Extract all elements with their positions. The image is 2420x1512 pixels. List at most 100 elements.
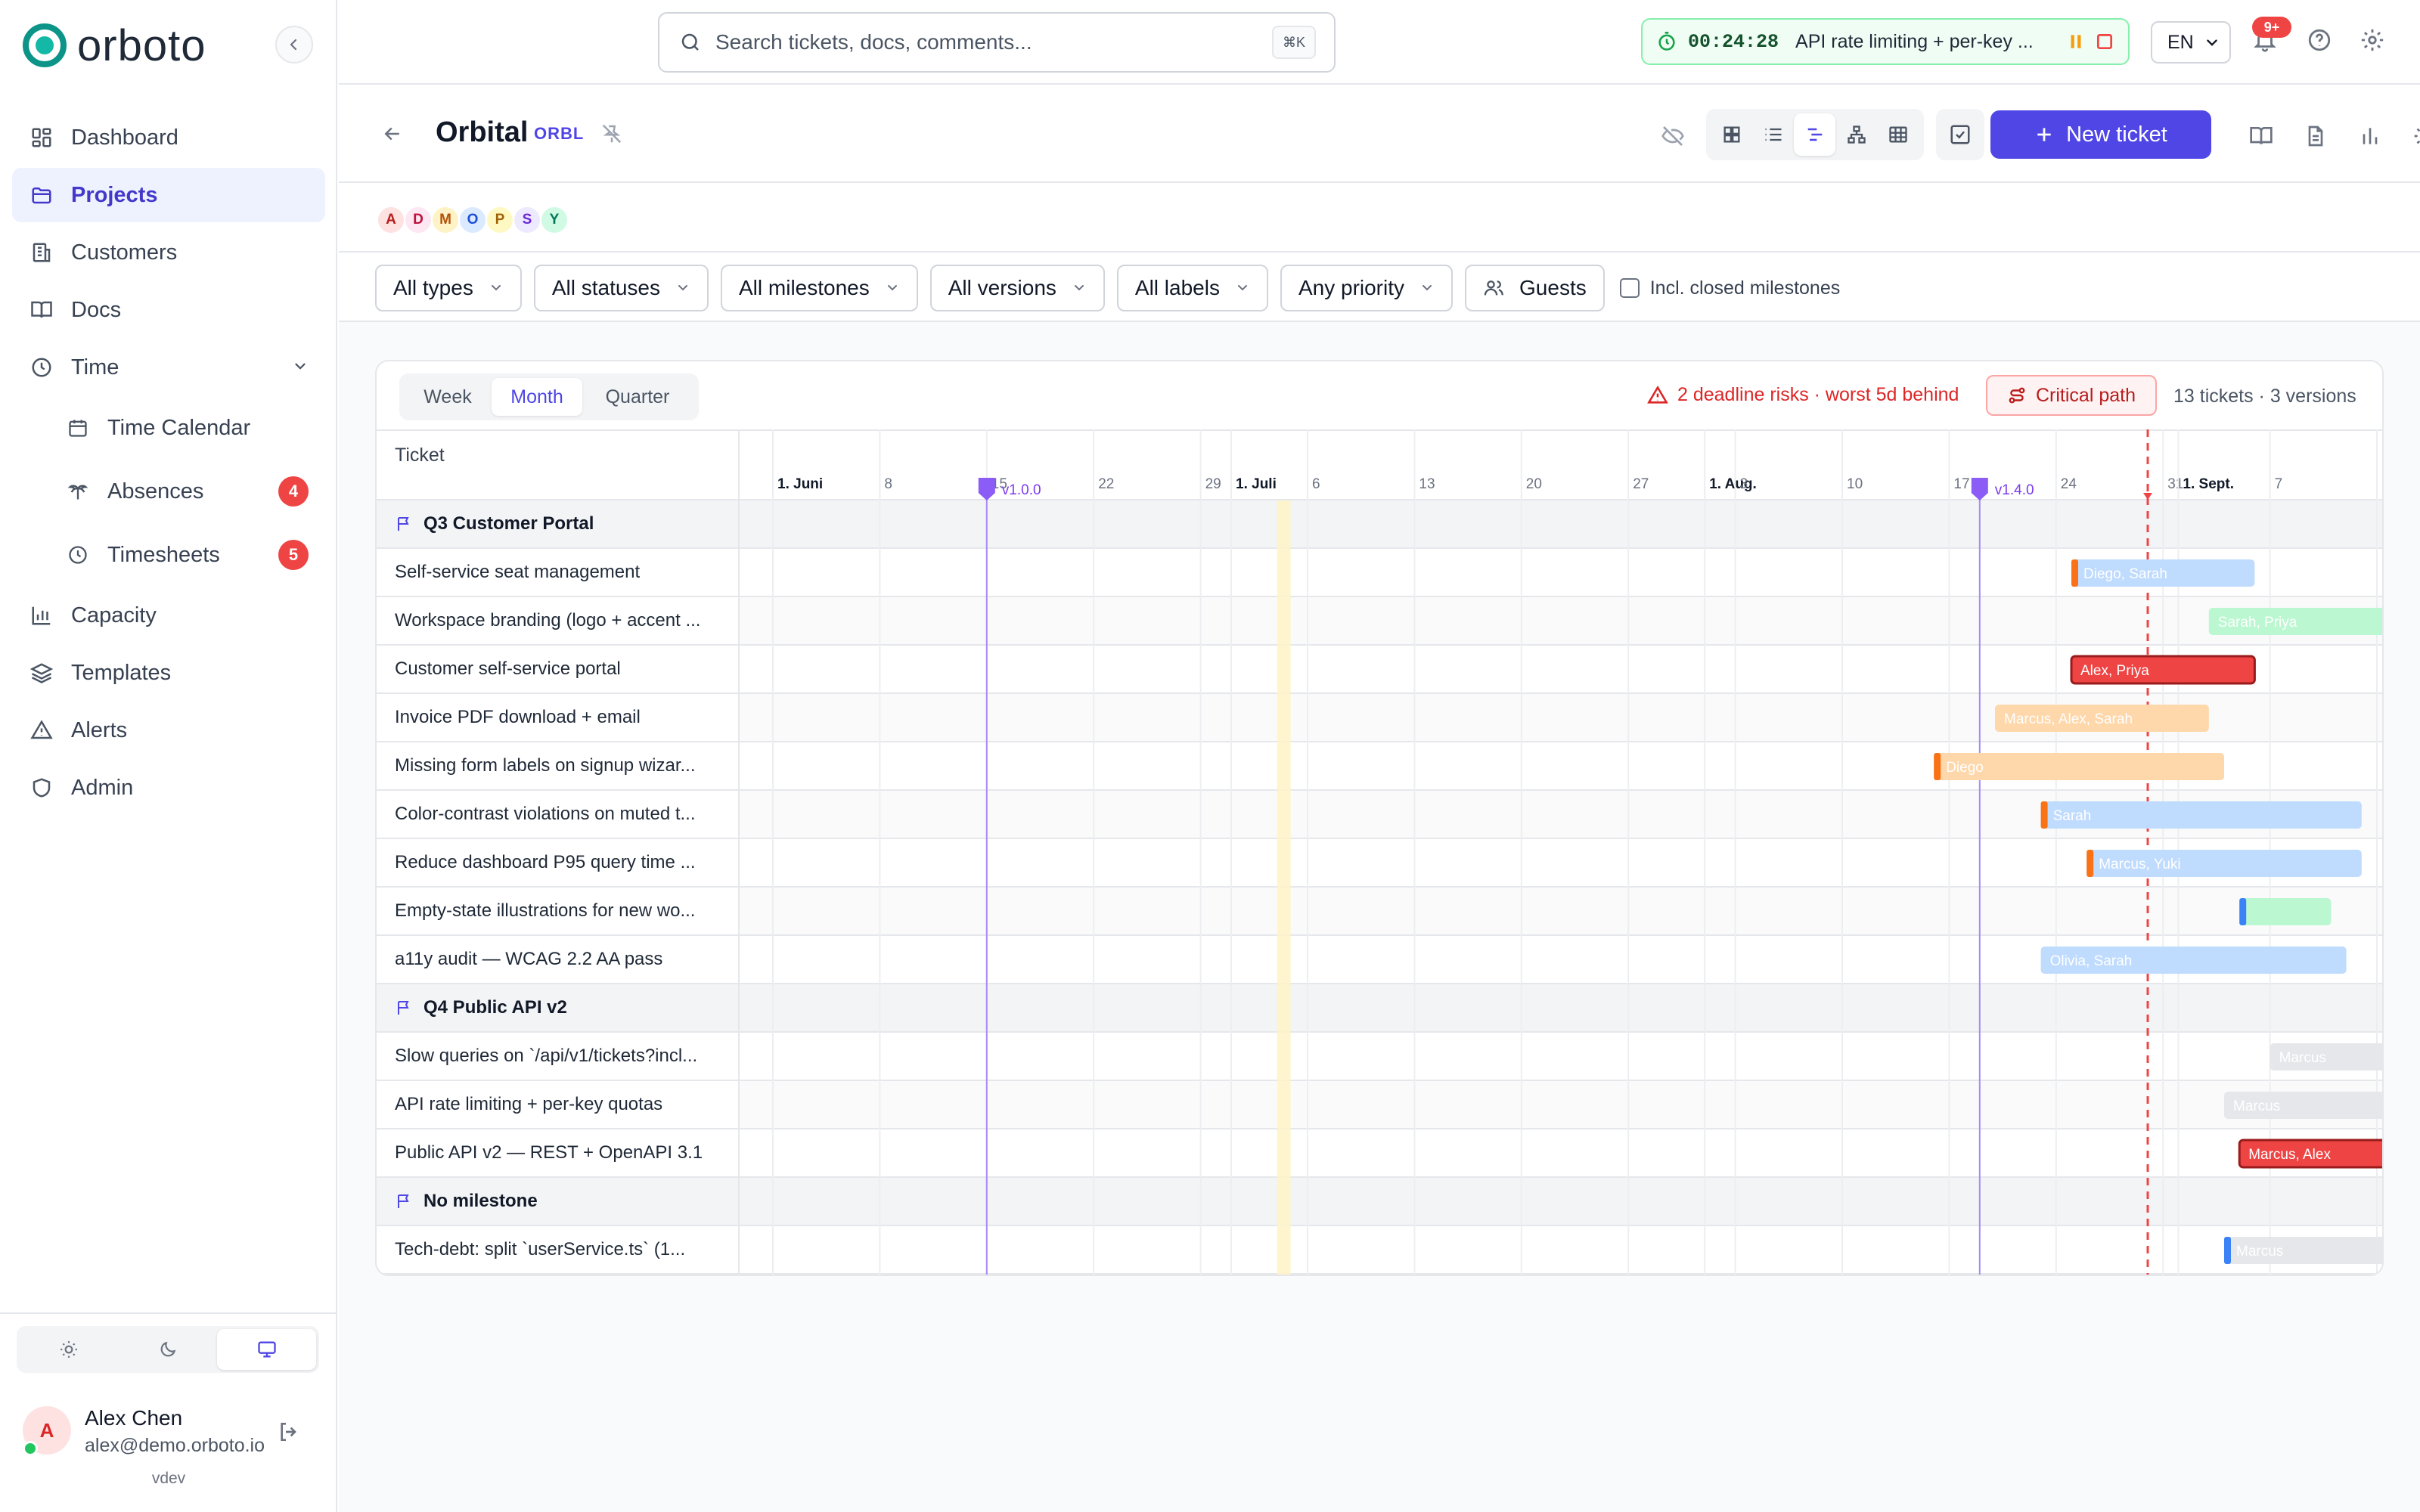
help-button[interactable]: [2307, 27, 2332, 53]
member-avatar[interactable]: D: [404, 206, 433, 234]
settings-button[interactable]: [2360, 27, 2385, 53]
ticket-row[interactable]: Missing form labels on signup wizar...: [377, 742, 2382, 791]
ticket-label[interactable]: Tech-debt: split `userService.ts` (1...: [377, 1226, 740, 1273]
view-tree-button[interactable]: [1835, 113, 1877, 156]
type-filter[interactable]: All types: [375, 265, 522, 311]
ticket-label[interactable]: Self-service seat management: [377, 549, 740, 596]
member-avatar[interactable]: P: [486, 206, 514, 234]
new-ticket-button[interactable]: New ticket: [1990, 110, 2211, 159]
sidebar-item-capacity[interactable]: Capacity: [12, 588, 325, 643]
member-avatar[interactable]: O: [458, 206, 487, 234]
member-avatar[interactable]: S: [513, 206, 541, 234]
sidebar-item-time-calendar[interactable]: Time Calendar: [12, 398, 325, 458]
pause-timer-button[interactable]: [2066, 32, 2086, 51]
theme-system-button[interactable]: [217, 1329, 317, 1370]
sidebar-item-dashboard[interactable]: Dashboard: [12, 110, 325, 165]
chevron-left-icon: [290, 39, 297, 51]
row-label-text: Reduce dashboard P95 query time ...: [395, 852, 696, 872]
ticket-label[interactable]: Workspace branding (logo + accent ...: [377, 597, 740, 644]
user-profile[interactable]: A Alex Chen alex@demo.orboto.io: [23, 1405, 325, 1465]
ticket-row[interactable]: Slow queries on `/api/v1/tickets?incl...: [377, 1033, 2382, 1081]
critical-path-button[interactable]: Critical path: [1986, 375, 2157, 416]
ticket-label[interactable]: Empty-state illustrations for new wo...: [377, 888, 740, 934]
range-week-tab[interactable]: Week: [404, 378, 492, 416]
sidebar-item-projects[interactable]: Projects: [12, 168, 325, 222]
range-quarter-tab[interactable]: Quarter: [582, 378, 693, 416]
ticket-row[interactable]: Reduce dashboard P95 query time ...: [377, 839, 2382, 888]
view-gantt-button[interactable]: [1794, 113, 1835, 156]
sidebar-item-admin[interactable]: Admin: [12, 761, 325, 815]
ticket-row[interactable]: Public API v2 — REST + OpenAPI 3.1: [377, 1129, 2382, 1178]
sidebar-item-absences[interactable]: Absences 4: [12, 461, 325, 522]
member-avatar[interactable]: A: [377, 206, 405, 234]
ticket-label[interactable]: Slow queries on `/api/v1/tickets?incl...: [377, 1033, 740, 1080]
stop-timer-button[interactable]: [2095, 32, 2114, 51]
ticket-label[interactable]: Missing form labels on signup wizar...: [377, 742, 740, 789]
sidebar-item-timesheets[interactable]: Timesheets 5: [12, 525, 325, 585]
running-timer[interactable]: 00:24:28 API rate limiting + per-key ...: [1641, 18, 2130, 65]
ticket-row[interactable]: Self-service seat management: [377, 549, 2382, 597]
ticket-row[interactable]: a11y audit — WCAG 2.2 AA pass: [377, 936, 2382, 984]
milestone-label[interactable]: Q3 Customer Portal: [377, 500, 740, 547]
select-mode-button[interactable]: [1936, 109, 1984, 160]
sidebar-item-customers[interactable]: Customers: [12, 225, 325, 280]
ticket-label[interactable]: Invoice PDF download + email: [377, 694, 740, 741]
ticket-label[interactable]: Color-contrast violations on muted t...: [377, 791, 740, 838]
ticket-label[interactable]: Reduce dashboard P95 query time ...: [377, 839, 740, 886]
docs-button[interactable]: [2249, 124, 2273, 148]
ticket-row[interactable]: Invoice PDF download + email: [377, 694, 2382, 742]
stats-button[interactable]: [2358, 124, 2382, 148]
view-table-button[interactable]: [1877, 113, 1919, 156]
sidebar-item-time[interactable]: Time: [12, 340, 325, 395]
milestone-row[interactable]: Q4 Public API v2: [377, 984, 2382, 1033]
report-button[interactable]: [2304, 124, 2328, 148]
ticket-label[interactable]: API rate limiting + per-key quotas: [377, 1081, 740, 1128]
unpin-button[interactable]: [600, 122, 623, 145]
milestone-filter[interactable]: All milestones: [721, 265, 918, 311]
project-settings-button[interactable]: [2412, 124, 2420, 148]
ticket-row[interactable]: Empty-state illustrations for new wo...: [377, 888, 2382, 936]
label-filter[interactable]: All labels: [1116, 265, 1268, 311]
priority-filter[interactable]: Any priority: [1280, 265, 1454, 311]
guests-toggle[interactable]: Guests: [1465, 265, 1605, 311]
back-button[interactable]: [381, 122, 404, 145]
closed-milestones-checkbox[interactable]: Incl. closed milestones: [1619, 277, 1840, 299]
theme-dark-button[interactable]: [119, 1329, 218, 1370]
plus-icon: [2037, 128, 2051, 141]
sidebar-item-templates[interactable]: Templates: [12, 646, 325, 700]
sidebar-item-label: Timesheets: [107, 542, 220, 567]
ticket-label[interactable]: a11y audit — WCAG 2.2 AA pass: [377, 936, 740, 983]
hide-closed-button[interactable]: [1661, 124, 1685, 148]
language-select[interactable]: EN: [2151, 21, 2231, 64]
logout-button[interactable]: [277, 1420, 301, 1444]
gear-icon: [2361, 29, 2384, 51]
logo[interactable]: orboto: [23, 21, 206, 70]
milestone-row[interactable]: Q3 Customer Portal: [377, 500, 2382, 549]
theme-light-button[interactable]: [20, 1329, 119, 1370]
search-input[interactable]: Search tickets, docs, comments... ⌘K: [658, 12, 1336, 73]
ticket-row[interactable]: Workspace branding (logo + accent ...: [377, 597, 2382, 646]
calendar-icon: [65, 415, 91, 441]
milestone-label[interactable]: Q4 Public API v2: [377, 984, 740, 1031]
sidebar-item-alerts[interactable]: Alerts: [12, 703, 325, 758]
view-board-button[interactable]: [1711, 113, 1752, 156]
range-month-tab[interactable]: Month: [492, 378, 582, 416]
status-filter[interactable]: All statuses: [533, 265, 709, 311]
collapse-sidebar-button[interactable]: [275, 26, 313, 64]
milestone-row[interactable]: No milestone: [377, 1178, 2382, 1226]
member-avatar[interactable]: Y: [540, 206, 569, 234]
ticket-label[interactable]: Public API v2 — REST + OpenAPI 3.1: [377, 1129, 740, 1176]
ticket-row[interactable]: API rate limiting + per-key quotas: [377, 1081, 2382, 1129]
sidebar-item-docs[interactable]: Docs: [12, 283, 325, 337]
project-members[interactable]: A D M O P S Y: [377, 206, 569, 236]
version-filter[interactable]: All versions: [929, 265, 1105, 311]
ticket-row[interactable]: Color-contrast violations on muted t...: [377, 791, 2382, 839]
ticket-label[interactable]: Customer self-service portal: [377, 646, 740, 692]
milestone-label[interactable]: No milestone: [377, 1178, 740, 1225]
member-avatar[interactable]: M: [431, 206, 460, 234]
ticket-row[interactable]: Customer self-service portal: [377, 646, 2382, 694]
deadline-risk-indicator[interactable]: 2 deadline risks · worst 5d behind: [1647, 384, 1959, 406]
view-list-button[interactable]: [1752, 113, 1794, 156]
ticket-row[interactable]: Tech-debt: split `userService.ts` (1...: [377, 1226, 2382, 1275]
checkbox-box[interactable]: [1619, 278, 1640, 298]
